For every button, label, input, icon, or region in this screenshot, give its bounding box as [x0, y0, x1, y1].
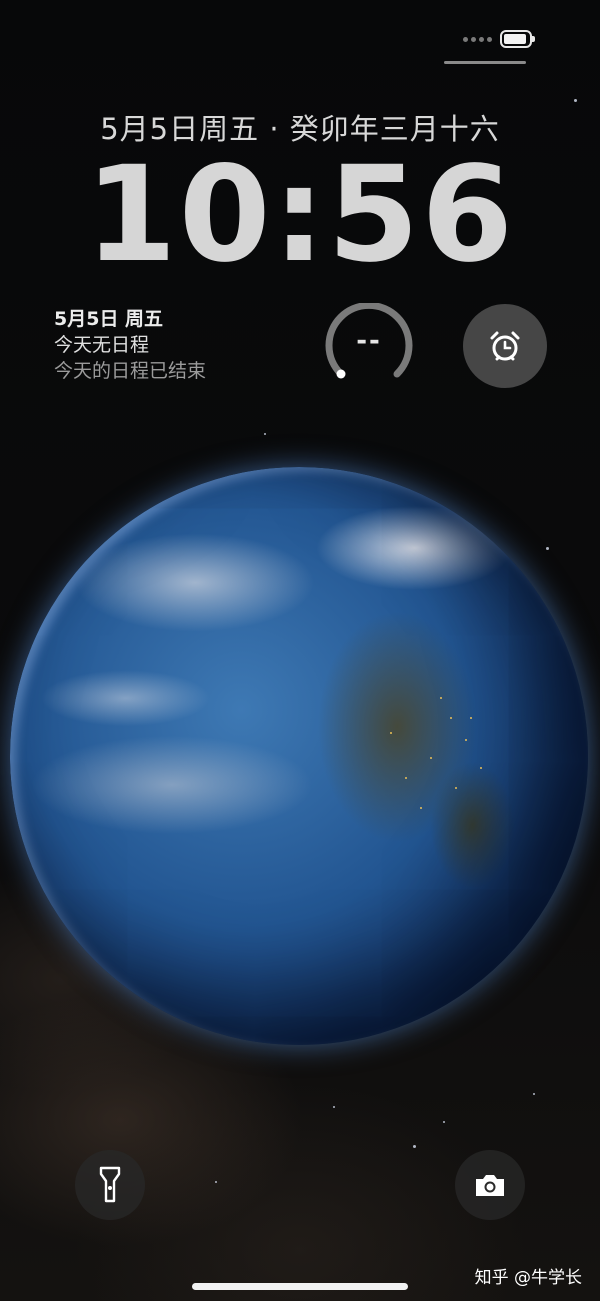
- city-light: [465, 739, 467, 741]
- city-light: [390, 732, 392, 734]
- calendar-line-1: 今天无日程: [54, 334, 150, 356]
- battery-icon: [500, 30, 535, 48]
- city-light: [430, 757, 432, 759]
- star: [533, 1093, 535, 1095]
- city-light: [440, 697, 442, 699]
- city-light: [405, 777, 407, 779]
- city-light: [450, 717, 452, 719]
- city-light: [480, 767, 482, 769]
- flashlight-button[interactable]: [75, 1150, 145, 1220]
- alarm-widget[interactable]: [463, 304, 547, 388]
- gauge-value: --: [356, 326, 382, 356]
- signal-icon: [463, 36, 492, 42]
- control-center-indicator[interactable]: [444, 61, 526, 64]
- star: [333, 1106, 335, 1108]
- status-bar: [463, 30, 535, 48]
- star: [443, 1121, 445, 1123]
- earth-globe: [10, 467, 588, 1045]
- camera-button[interactable]: [455, 1150, 525, 1220]
- camera-icon: [476, 1175, 504, 1196]
- flashlight-icon: [99, 1166, 121, 1203]
- star: [546, 547, 549, 550]
- star: [264, 433, 266, 435]
- lock-time: 10:56: [84, 138, 516, 292]
- home-indicator[interactable]: [192, 1283, 408, 1290]
- calendar-date: 5月5日 周五: [54, 308, 164, 330]
- city-light: [470, 717, 472, 719]
- calendar-widget[interactable]: 5月5日 周五 今天无日程 今天的日程已结束: [54, 306, 206, 384]
- star: [413, 1145, 416, 1148]
- battery-fill: [504, 34, 526, 44]
- star: [574, 99, 577, 102]
- alarm-clock-icon: [490, 331, 520, 361]
- star: [215, 1181, 217, 1183]
- city-light: [455, 787, 457, 789]
- watermark: 知乎 @牛学长: [474, 1268, 582, 1288]
- city-light: [420, 807, 422, 809]
- calendar-line-2: 今天的日程已结束: [54, 360, 207, 382]
